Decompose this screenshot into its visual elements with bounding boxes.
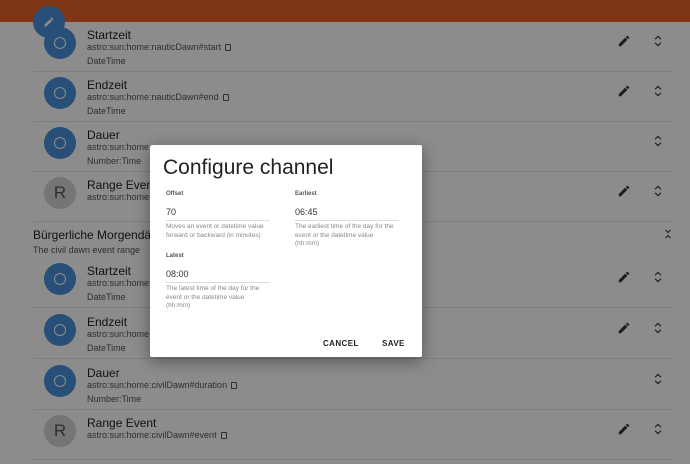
field-label: Latest	[166, 253, 184, 259]
offset-field: Offset 70 Moves an event or datetime val…	[166, 191, 270, 240]
dialog-title: Configure channel	[163, 156, 334, 179]
save-button[interactable]: SAVE	[382, 339, 405, 348]
offset-input[interactable]: 70	[166, 207, 270, 221]
earliest-field: Earliest 06:45 The earliest time of the …	[295, 191, 399, 249]
field-label: Earliest	[295, 191, 317, 197]
field-hint: The earliest time of the day for the eve…	[295, 223, 394, 247]
field-hint: Moves an event or datetime value forward…	[166, 223, 264, 239]
latest-field: Latest 08:00 The latest time of the day …	[166, 253, 270, 311]
cancel-button[interactable]: CANCEL	[323, 339, 359, 348]
field-hint: The latest time of the day for the event…	[166, 285, 260, 309]
earliest-input[interactable]: 06:45	[295, 207, 399, 221]
configure-channel-dialog: Configure channel Offset 70 Moves an eve…	[150, 145, 422, 357]
field-label: Offset	[166, 191, 184, 197]
latest-input[interactable]: 08:00	[166, 269, 270, 283]
